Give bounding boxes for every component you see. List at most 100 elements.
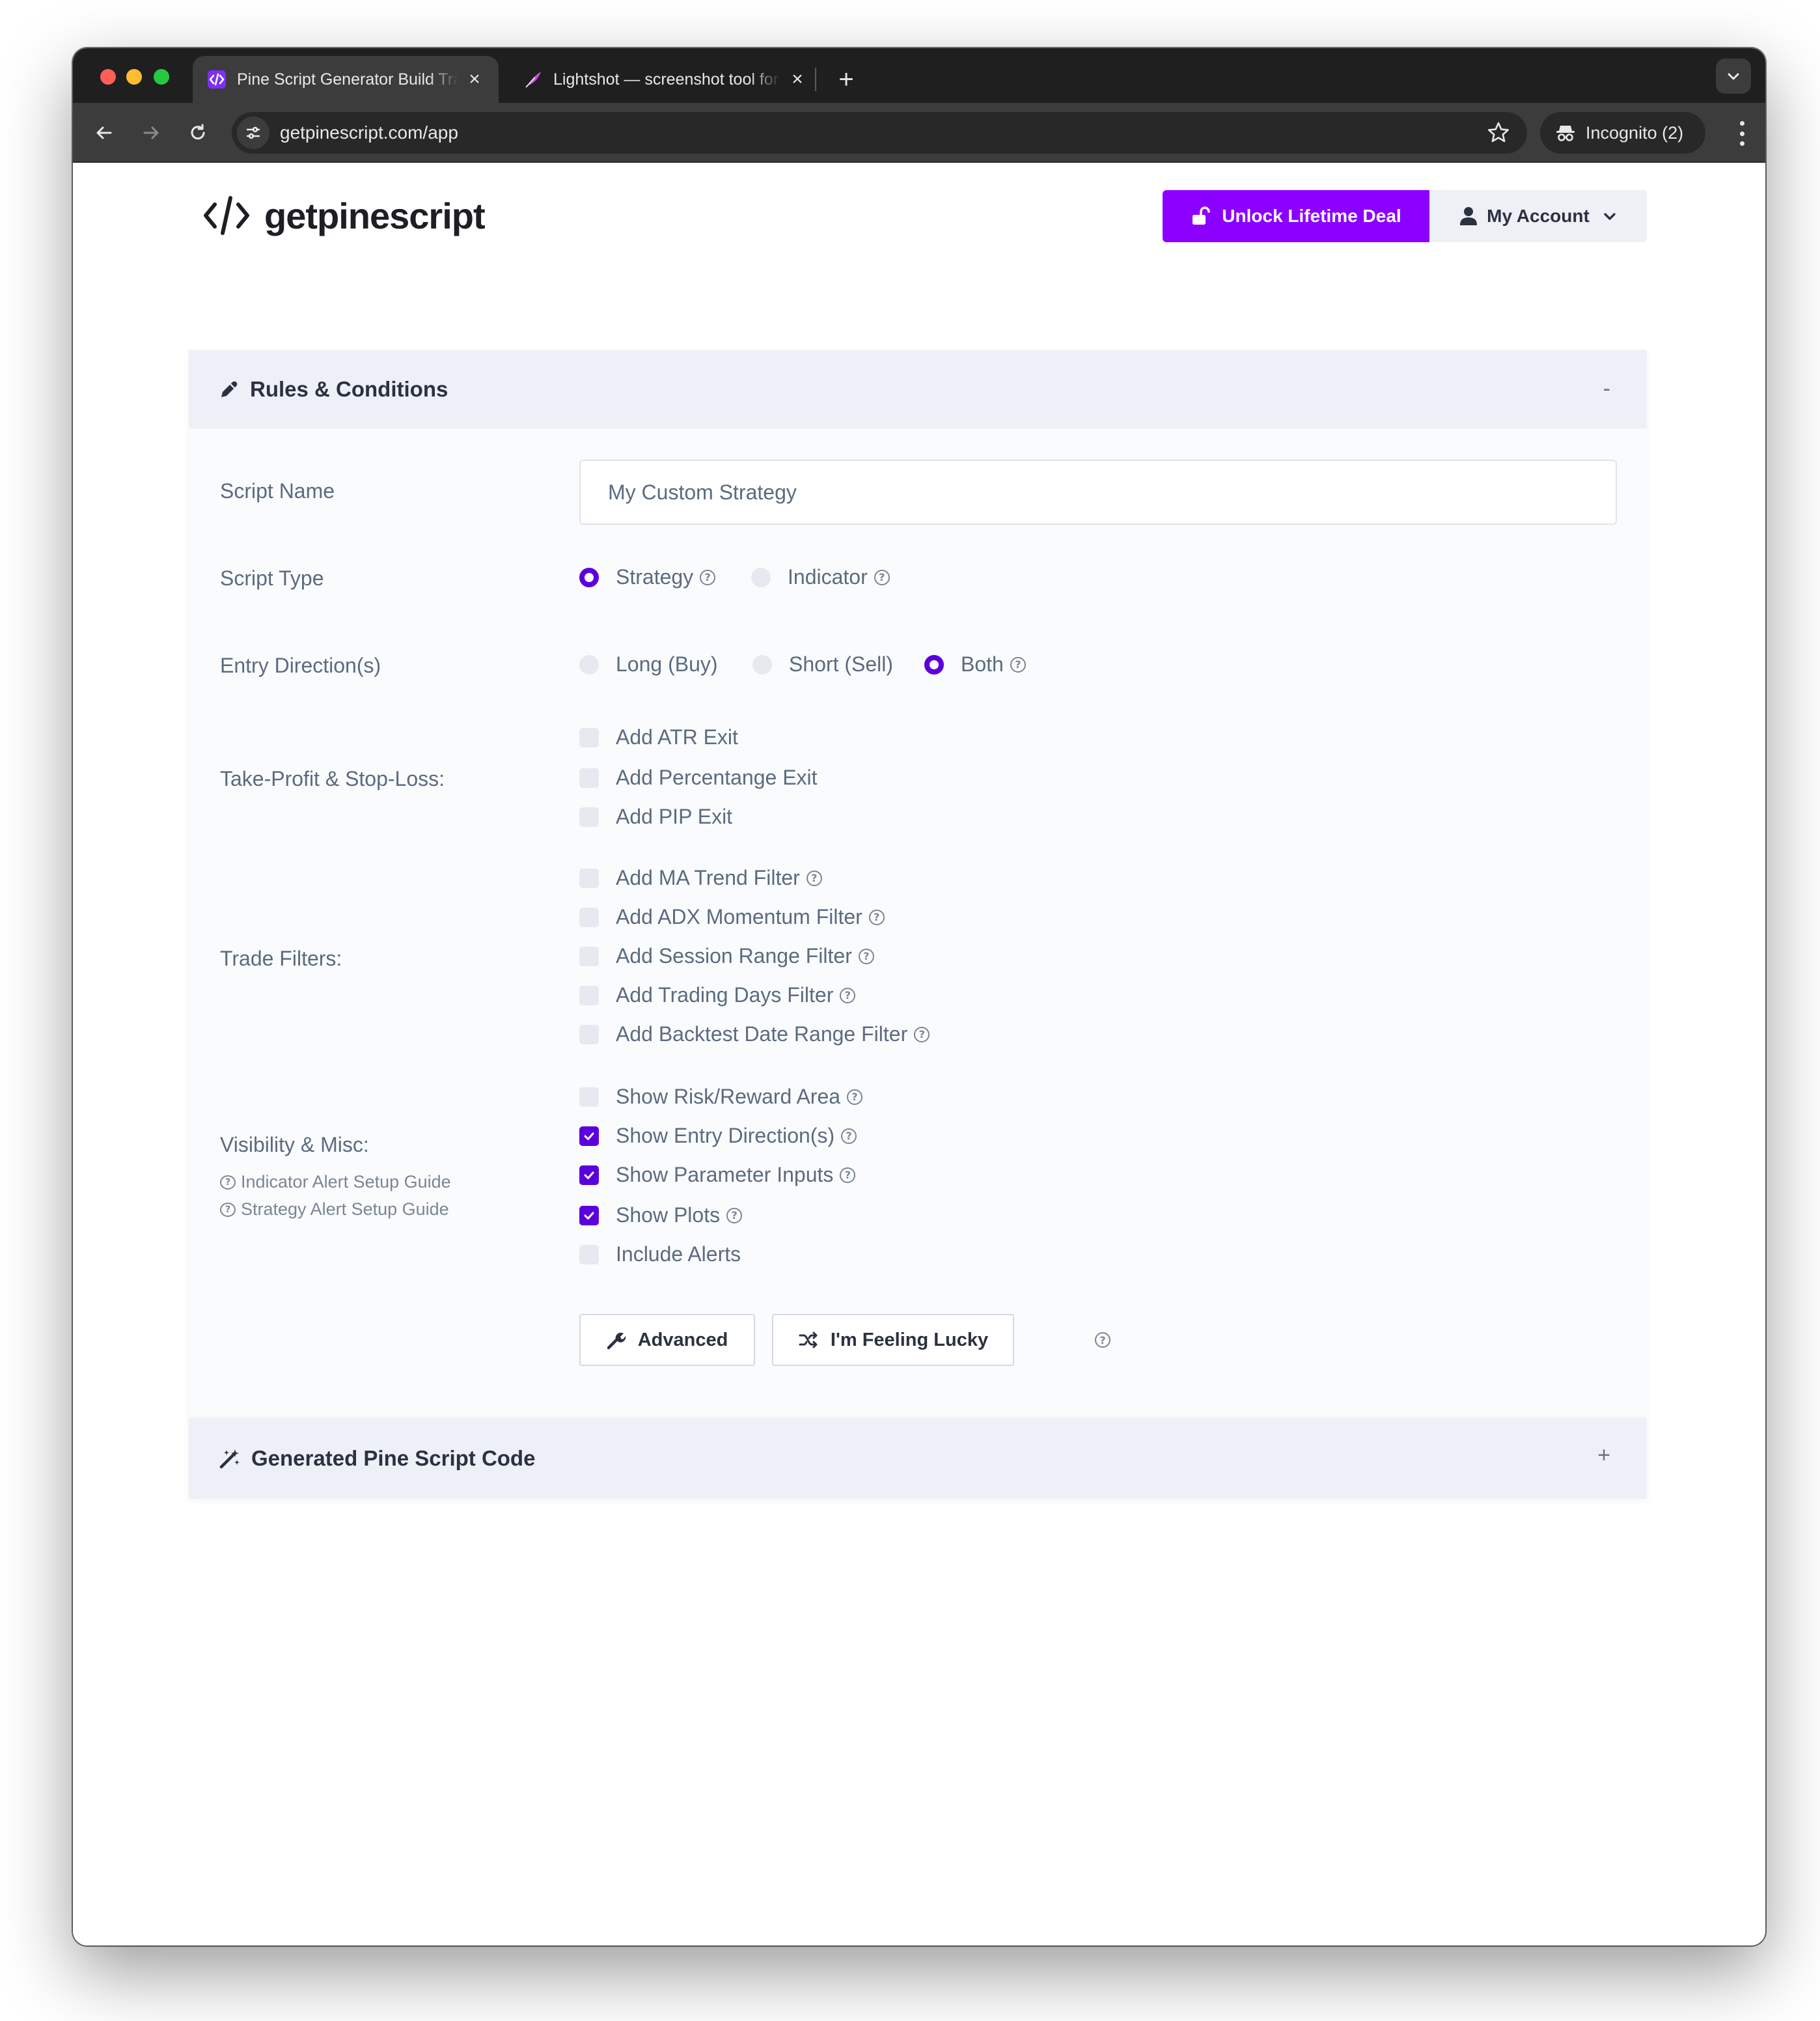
help-circle-icon[interactable]: ? (1010, 656, 1026, 673)
bookmark-button[interactable] (1485, 120, 1511, 146)
option-label: Short (Sell) (789, 652, 894, 676)
help-circle-icon[interactable]: ? (914, 1026, 930, 1042)
checkbox[interactable] (579, 1126, 599, 1146)
site-logo[interactable]: getpinescript (202, 194, 486, 237)
checkbox-show-risk-reward[interactable]: Show Risk/Reward Area ? (579, 1085, 863, 1109)
checkbox[interactable] (579, 985, 599, 1005)
indicator-alert-guide-link[interactable]: ? Indicator Alert Setup Guide (220, 1172, 451, 1192)
new-tab-button[interactable]: + (829, 63, 863, 96)
user-icon (1459, 206, 1478, 226)
help-circle-icon[interactable]: ? (847, 1089, 863, 1105)
my-account-button[interactable]: My Account (1429, 190, 1647, 242)
radio-long[interactable]: Long (Buy) (579, 652, 718, 676)
checkbox-ma-trend-filter[interactable]: Add MA Trend Filter ? (579, 866, 822, 890)
checkbox-show-parameter-inputs[interactable]: Show Parameter Inputs ? (579, 1163, 856, 1187)
pencil-icon (219, 379, 240, 400)
option-label: Both (961, 652, 1004, 676)
address-bar[interactable]: getpinescript.com/app (232, 112, 1527, 154)
lucky-label: I'm Feeling Lucky (830, 1329, 989, 1350)
radio-button[interactable] (579, 654, 599, 675)
incognito-indicator[interactable]: Incognito (2) (1540, 112, 1705, 154)
tab-search-button[interactable] (1716, 59, 1751, 94)
help-circle-icon[interactable]: ? (840, 987, 856, 1003)
radio-short[interactable]: Short (Sell) (752, 652, 893, 676)
rules-conditions-panel: Rules & Conditions - Script Name My Cust… (189, 350, 1647, 1418)
help-circle-icon[interactable]: ? (868, 909, 885, 925)
close-window-button[interactable] (100, 69, 116, 85)
rules-panel-header[interactable]: Rules & Conditions - (189, 350, 1647, 428)
star-icon (1488, 122, 1509, 143)
help-circle-icon: ? (220, 1175, 236, 1190)
tab-lightshot[interactable]: Lightshot — screenshot tool for Mac × (509, 56, 821, 103)
help-circle-icon[interactable]: ? (840, 1167, 856, 1183)
checkbox[interactable] (579, 727, 599, 747)
site-settings-icon[interactable] (237, 117, 269, 149)
help-circle-icon[interactable]: ? (726, 1207, 743, 1223)
checkbox[interactable] (579, 868, 599, 888)
checkbox-trading-days-filter[interactable]: Add Trading Days Filter ? (579, 983, 856, 1007)
checkbox[interactable] (579, 907, 599, 927)
checkbox[interactable] (579, 768, 599, 788)
checkbox-include-alerts[interactable]: Include Alerts (579, 1242, 741, 1266)
expand-toggle[interactable]: + (1597, 1443, 1610, 1468)
checkbox-adx-momentum-filter[interactable]: Add ADX Momentum Filter ? (579, 905, 885, 929)
radio-button[interactable] (924, 654, 944, 675)
help-circle-icon[interactable]: ? (700, 569, 716, 585)
chevron-down-icon (1728, 73, 1739, 80)
help-circle-icon[interactable]: ? (1095, 1332, 1110, 1348)
help-circle-icon[interactable]: ? (858, 948, 874, 964)
option-label: Strategy (616, 565, 694, 589)
kebab-menu-icon (1739, 121, 1744, 126)
tab-strip: Pine Script Generator Build Trading × Li… (73, 48, 1765, 103)
checkbox-backtest-date-range-filter[interactable]: Add Backtest Date Range Filter ? (579, 1022, 930, 1046)
deal-label: Unlock Lifetime Deal (1222, 206, 1401, 226)
checkbox[interactable] (579, 1024, 599, 1044)
checkbox-show-plots[interactable]: Show Plots ? (579, 1203, 743, 1227)
trade-filters-label: Trade Filters: (220, 947, 342, 970)
option-label: Add ADX Momentum Filter (616, 905, 862, 928)
entry-direction-label: Entry Direction(s) (220, 654, 381, 677)
checkbox[interactable] (579, 1205, 599, 1225)
browser-menu-button[interactable] (1735, 118, 1748, 148)
help-circle-icon[interactable]: ? (841, 1128, 857, 1144)
collapse-toggle[interactable]: - (1603, 376, 1610, 402)
code-brackets-icon (207, 70, 227, 89)
checkbox[interactable] (579, 1087, 599, 1107)
radio-button[interactable] (752, 654, 772, 675)
checkbox[interactable] (579, 946, 599, 966)
unlock-lifetime-deal-button[interactable]: Unlock Lifetime Deal (1163, 190, 1429, 242)
forward-button[interactable] (133, 115, 169, 151)
reload-button[interactable] (180, 115, 216, 151)
generated-code-panel: Generated Pine Script Code + (189, 1418, 1647, 1499)
checkbox-percentage-exit[interactable]: Add Percentange Exit (579, 766, 818, 790)
feeling-lucky-button[interactable]: I'm Feeling Lucky (772, 1314, 1014, 1366)
minimize-window-button[interactable] (126, 69, 142, 85)
option-label: Add ATR Exit (616, 725, 738, 749)
tab-pine-script-generator[interactable]: Pine Script Generator Build Trading × (193, 56, 499, 103)
code-panel-header[interactable]: Generated Pine Script Code + (189, 1418, 1647, 1499)
radio-button[interactable] (751, 567, 771, 587)
help-circle-icon[interactable]: ? (874, 569, 890, 585)
checkbox-atr-exit[interactable]: Add ATR Exit (579, 725, 738, 749)
tab-title: Pine Script Generator Build Trading (237, 70, 458, 89)
radio-indicator[interactable]: Indicator ? (751, 565, 890, 589)
tab-close-button[interactable]: × (788, 70, 807, 89)
back-button[interactable] (86, 115, 122, 151)
option-label: Add Session Range Filter (616, 944, 852, 968)
strategy-alert-guide-link[interactable]: ? Strategy Alert Setup Guide (220, 1199, 449, 1220)
advanced-button[interactable]: Advanced (579, 1314, 755, 1366)
checkbox-show-entry-direction[interactable]: Show Entry Direction(s) ? (579, 1124, 857, 1148)
tab-close-button[interactable]: × (465, 70, 484, 89)
help-circle-icon[interactable]: ? (806, 870, 822, 886)
radio-button[interactable] (579, 567, 599, 587)
checkbox[interactable] (579, 807, 599, 827)
radio-strategy[interactable]: Strategy ? (579, 565, 716, 589)
checkbox-session-range-filter[interactable]: Add Session Range Filter ? (579, 944, 874, 968)
radio-both[interactable]: Both ? (924, 652, 1026, 676)
script-name-input[interactable]: My Custom Strategy (579, 460, 1617, 525)
checkbox-pip-exit[interactable]: Add PIP Exit (579, 805, 732, 829)
tab-separator (815, 68, 816, 91)
zoom-window-button[interactable] (154, 69, 169, 85)
checkbox[interactable] (579, 1244, 599, 1264)
checkbox[interactable] (579, 1165, 599, 1185)
